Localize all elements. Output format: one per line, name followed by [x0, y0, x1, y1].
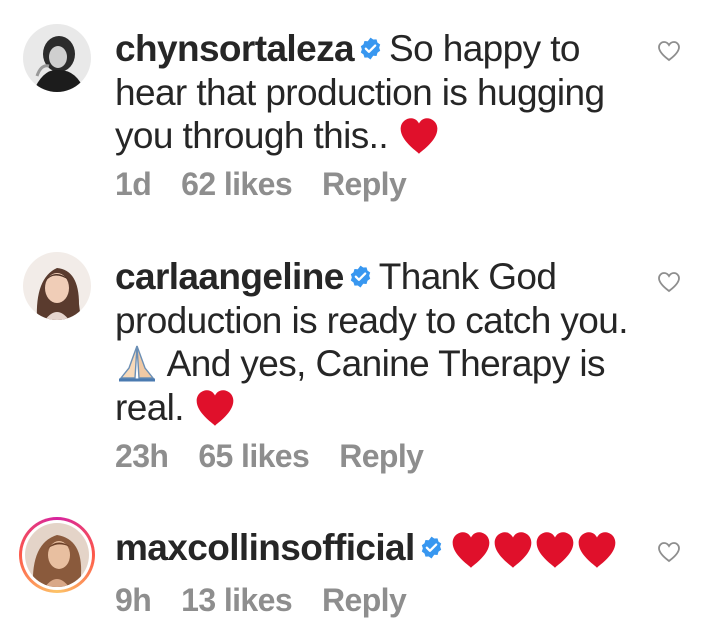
- red-heart-icon: [400, 118, 438, 154]
- avatar-story-ring[interactable]: [19, 517, 95, 593]
- verified-badge-icon: [350, 265, 370, 288]
- comment-text: carlaangeline Thank God production is rea…: [115, 255, 645, 429]
- comment-meta: 9h 13 likes Reply: [115, 582, 436, 619]
- emoji-hearts: [450, 525, 618, 569]
- comment-time: 23h: [115, 438, 169, 474]
- username[interactable]: chynsortaleza: [115, 28, 355, 69]
- heart-outline-icon[interactable]: [657, 40, 681, 62]
- reply-button[interactable]: Reply: [339, 438, 424, 474]
- comment-meta: 1d 62 likes Reply: [115, 166, 436, 203]
- avatar: [25, 523, 89, 587]
- verified-badge-icon: [360, 37, 381, 60]
- username[interactable]: carlaangeline: [115, 256, 344, 297]
- username[interactable]: maxcollinsofficial: [115, 527, 415, 568]
- red-heart-icon: [578, 531, 616, 568]
- red-heart-icon: [196, 390, 234, 426]
- heart-outline-icon[interactable]: [657, 271, 681, 293]
- heart-outline-icon[interactable]: [657, 541, 681, 563]
- avatar[interactable]: [23, 252, 91, 320]
- comment-time: 9h: [115, 582, 152, 618]
- comment-time: 1d: [115, 166, 152, 202]
- red-heart-icon: [452, 531, 490, 568]
- like-count[interactable]: 65 likes: [198, 438, 309, 474]
- reply-button[interactable]: Reply: [322, 166, 407, 202]
- comment-body-part2: And yes, Canine Therapy is real.: [115, 343, 605, 428]
- folded-hands-icon: [119, 345, 155, 382]
- red-heart-icon: [536, 531, 574, 568]
- like-count[interactable]: 62 likes: [181, 166, 292, 202]
- verified-badge-icon: [421, 536, 441, 559]
- comment-text: maxcollinsofficial: [115, 526, 645, 570]
- reply-button[interactable]: Reply: [322, 582, 407, 618]
- comment-meta: 23h 65 likes Reply: [115, 438, 453, 475]
- comment-text: chynsortaleza So happy to hear that produ…: [115, 27, 645, 158]
- like-count[interactable]: 13 likes: [181, 582, 292, 618]
- avatar[interactable]: [23, 24, 91, 92]
- red-heart-icon: [494, 531, 532, 568]
